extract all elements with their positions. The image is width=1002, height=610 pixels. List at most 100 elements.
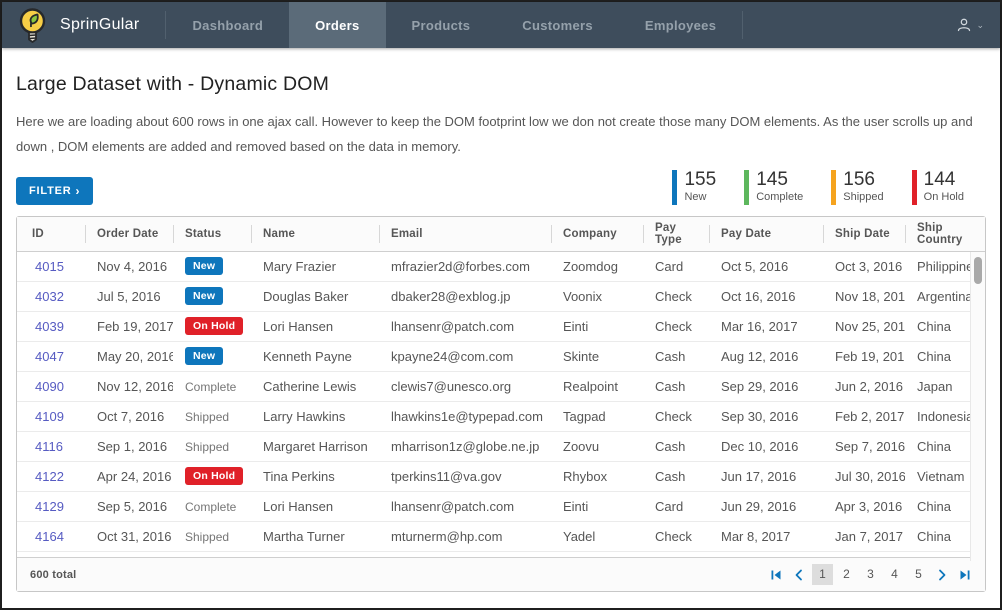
cell-ship-date: Jun 2, 2016	[823, 371, 905, 401]
table-row: 4164Oct 31, 2016ShippedMartha Turnermtur…	[17, 521, 985, 551]
orders-table: IDOrder DateStatusNameEmailCompanyPay Ty…	[17, 217, 985, 557]
page-title: Large Dataset with - Dynamic DOM	[16, 73, 986, 96]
cell-pay-date: Oct 5, 2016	[709, 251, 823, 281]
controls-row: FILTER › 155New145Complete156Shipped144O…	[16, 170, 986, 205]
cell-status: On Hold	[173, 311, 251, 341]
status-badge: New	[185, 257, 223, 276]
cell-email: mturnerm@hp.com	[379, 521, 551, 551]
cell-name: Margaret Harrison	[251, 431, 379, 461]
page-button-5[interactable]: 5	[908, 564, 929, 585]
status-badge: New	[185, 287, 223, 306]
table-footer: 600 total 12345	[17, 557, 985, 591]
cell-name: Douglas Baker	[251, 281, 379, 311]
stat-text: 156Shipped	[843, 170, 883, 205]
column-header-email: Email	[379, 217, 551, 251]
cell-status: Complete	[173, 371, 251, 401]
status-text: Shipped	[185, 440, 229, 454]
prev-page-icon[interactable]	[789, 565, 809, 585]
table-row: 4032 Jul 5, 2016 New Douglas Bakerdbaker28@…	[17, 281, 985, 311]
cell-company: Zoovu	[551, 431, 643, 461]
stat-on-hold: 144On Hold	[912, 170, 964, 205]
cell-email: lhawkins1e@typepad.com	[379, 401, 551, 431]
cell-id: 4039	[17, 311, 85, 341]
cell-id: 4109	[17, 401, 85, 431]
filter-button[interactable]: FILTER ›	[16, 177, 93, 205]
cell-id: 4116	[17, 431, 85, 461]
cell-company: Einti	[551, 311, 643, 341]
cell-pay-type: Card	[643, 251, 709, 281]
stat-value: 145	[756, 170, 803, 190]
cell-order-date: Apr 24, 2016	[85, 461, 173, 491]
stat-color-bar	[672, 170, 677, 205]
order-id-link[interactable]: 4116	[35, 439, 63, 454]
cell-pay-date: Sep 29, 2016	[709, 371, 823, 401]
app-header: SprinGular DashboardOrdersProductsCustom…	[2, 2, 1000, 48]
scrollbar-thumb[interactable]	[974, 257, 982, 284]
cell-id: 4032	[17, 281, 85, 311]
cell-company: Voonix	[551, 281, 643, 311]
lightbulb-leaf-logo-icon	[16, 7, 49, 43]
nav-item-products[interactable]: Products	[386, 2, 497, 48]
cell-pay-date: Aug 12, 2016	[709, 341, 823, 371]
page-button-4[interactable]: 4	[884, 564, 905, 585]
main-nav: DashboardOrdersProductsCustomersEmployee…	[166, 2, 742, 48]
order-id-link[interactable]: 4047	[35, 349, 64, 364]
table-row: 4039Feb 19, 2017On HoldLori Hansenlhanse…	[17, 311, 985, 341]
table-row: 4047May 20, 2016NewKenneth Paynekpayne24…	[17, 341, 985, 371]
cell-id: 4129	[17, 491, 85, 521]
cell-email: lhansenr@patch.com	[379, 311, 551, 341]
table-vertical-scrollbar[interactable]	[970, 252, 985, 561]
order-id-link[interactable]: 4039	[35, 319, 64, 334]
header-right: ⌄	[956, 2, 1000, 48]
brand-name: SprinGular	[60, 16, 139, 34]
order-id-link[interactable]: 4122	[35, 469, 64, 484]
column-header-status: Status	[173, 217, 251, 251]
cell-status: New	[173, 281, 251, 311]
nav-item-customers[interactable]: Customers	[496, 2, 619, 48]
column-header-id: ID	[17, 217, 85, 251]
order-id-link[interactable]: 4164	[35, 529, 64, 544]
stat-value: 155	[684, 170, 716, 190]
cell-name: Martha Turner	[251, 521, 379, 551]
cell-email: tperkins11@va.gov	[379, 461, 551, 491]
cell-pay-date: Mar 16, 2017	[709, 311, 823, 341]
page-button-1[interactable]: 1	[812, 564, 833, 585]
order-id-link[interactable]: 4032	[35, 289, 64, 304]
page-button-2[interactable]: 2	[836, 564, 857, 585]
status-badge: New	[185, 347, 223, 366]
cell-email: dbaker28@exblog.jp	[379, 281, 551, 311]
cell-ship-date: Jan 7, 2017	[823, 521, 905, 551]
nav-divider-right	[742, 11, 743, 39]
cell-order-date: Oct 7, 2016	[85, 401, 173, 431]
cell-order-date: Nov 12, 2016	[85, 371, 173, 401]
cell-id: 4047	[17, 341, 85, 371]
cell-pay-date: Sep 30, 2016	[709, 401, 823, 431]
stat-value: 144	[924, 170, 964, 190]
cell-name: Lori Hansen	[251, 491, 379, 521]
page-button-3[interactable]: 3	[860, 564, 881, 585]
cell-pay-type: Cash	[643, 371, 709, 401]
first-page-icon[interactable]	[766, 565, 786, 585]
column-header-pay-type: Pay Type	[643, 217, 709, 251]
table-row: 4109 Oct 7, 2016ShippedLarry Hawkinslhawk…	[17, 401, 985, 431]
cell-pay-type: Cash	[643, 341, 709, 371]
cell-ship-date: Sep 7, 2016	[823, 431, 905, 461]
cell-name: Larry Hawkins	[251, 401, 379, 431]
next-page-icon[interactable]	[932, 565, 952, 585]
order-id-link[interactable]: 4129	[35, 499, 64, 514]
cell-email: lhansenr@patch.com	[379, 491, 551, 521]
cell-order-date: Jul 5, 2016	[85, 281, 173, 311]
order-id-link[interactable]: 4109	[35, 409, 64, 424]
stat-label: New	[684, 190, 716, 204]
nav-item-orders[interactable]: Orders	[289, 2, 385, 48]
nav-item-employees[interactable]: Employees	[619, 2, 742, 48]
last-page-icon[interactable]	[955, 565, 975, 585]
nav-item-dashboard[interactable]: Dashboard	[166, 2, 289, 48]
cell-id: 4122	[17, 461, 85, 491]
order-id-link[interactable]: 4090	[35, 379, 64, 394]
cell-status: Shipped	[173, 401, 251, 431]
order-id-link[interactable]: 4015	[35, 259, 64, 274]
stat-text: 144On Hold	[924, 170, 964, 205]
user-menu-button[interactable]: ⌄	[956, 17, 984, 33]
table-row: 4122Apr 24, 2016On HoldTina Perkinstperk…	[17, 461, 985, 491]
